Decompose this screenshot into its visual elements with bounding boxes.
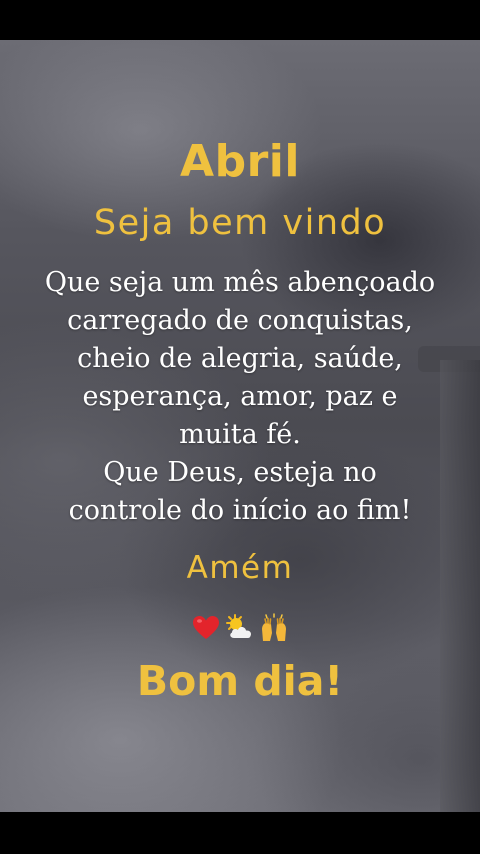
emoji-row [0, 608, 480, 648]
sun-behind-cloud-icon [225, 613, 255, 643]
story-frame: Abril Seja bem vindo Que seja um mês abe… [0, 0, 480, 854]
message-line: esperança, amor, paz e [82, 381, 398, 412]
raised-hands-icon [259, 613, 289, 643]
message-line: muita fé. [179, 419, 301, 450]
welcome-subtitle: Seja bem vindo [93, 203, 387, 243]
message-line: cheio de alegria, saúde, [77, 343, 403, 374]
message-line: carregado de conquistas, [67, 305, 413, 336]
month-title: Abril [180, 136, 300, 187]
message-line: Que seja um mês abençoado [44, 267, 436, 298]
message-line: controle do início ao fim! [68, 495, 412, 526]
letterbox-top [0, 0, 480, 40]
heart-icon [191, 613, 221, 643]
closing-amen: Amém [186, 550, 294, 586]
blessing-message: Que seja um mês abençoado carregado de c… [20, 264, 460, 530]
good-morning-greeting: Bom dia! [136, 657, 344, 705]
message-line: Que Deus, esteja no [103, 457, 377, 488]
letterbox-bottom [0, 812, 480, 854]
